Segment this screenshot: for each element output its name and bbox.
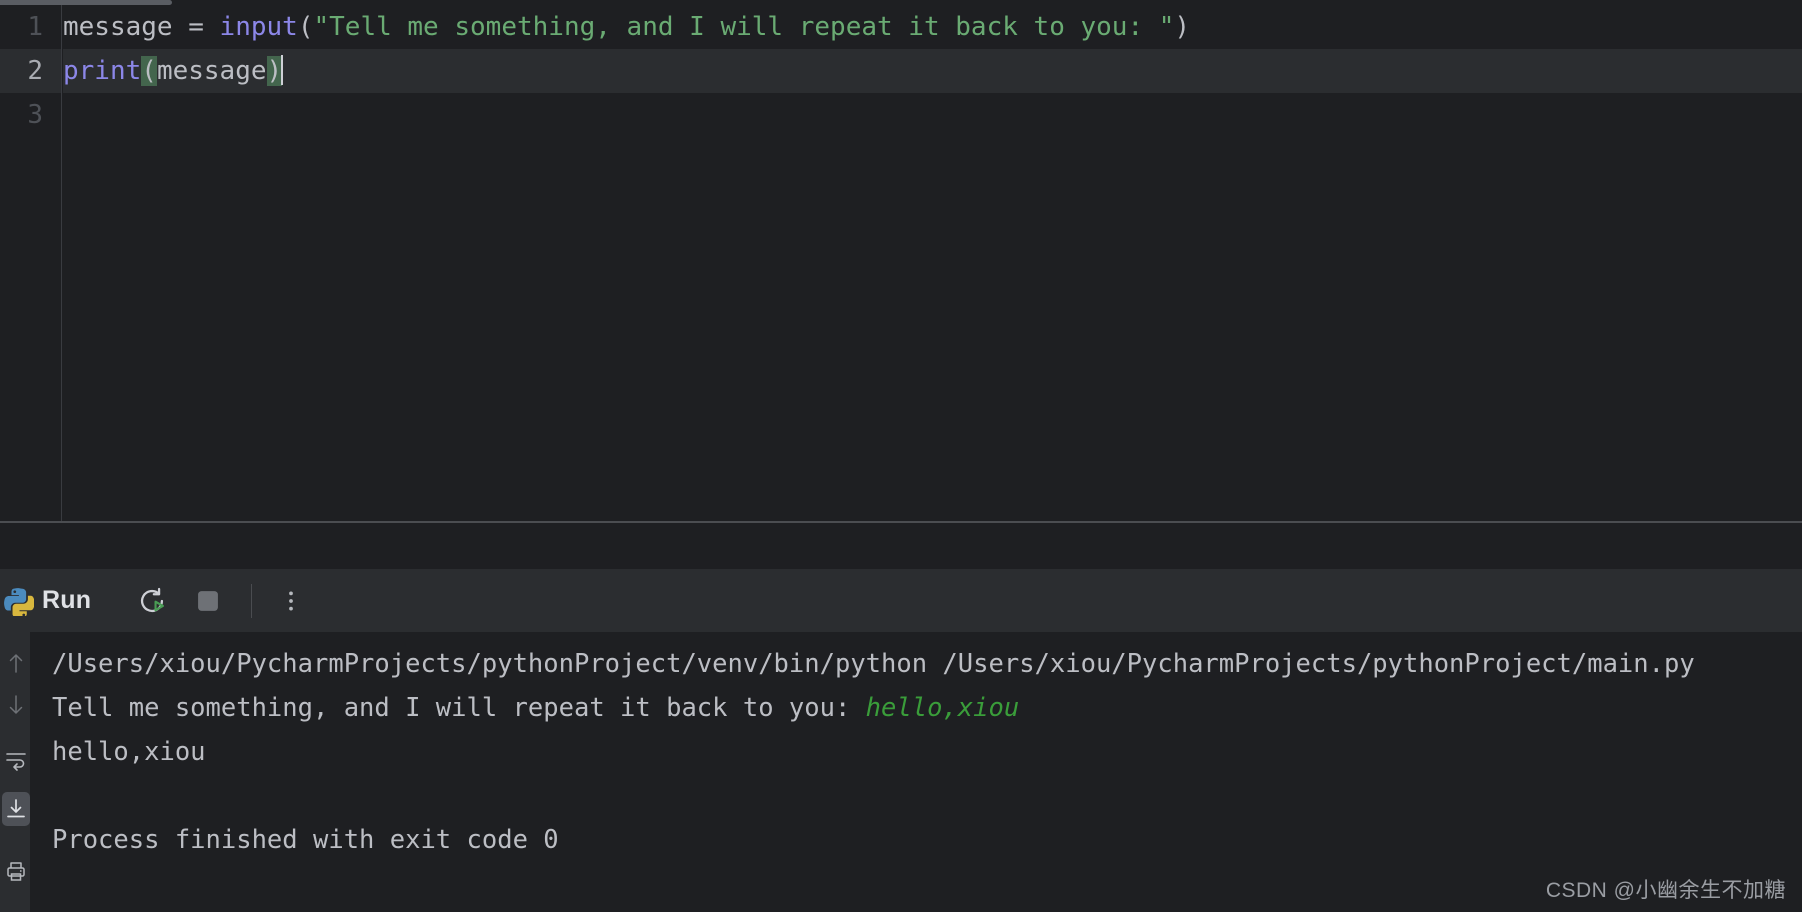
more-options-icon[interactable]	[268, 578, 314, 624]
run-panel-title: Run	[42, 586, 92, 614]
toolbar-separator	[251, 583, 253, 618]
console-line: Tell me something, and I will repeat it …	[52, 686, 1802, 730]
code-editor[interactable]: 123 message = input("Tell me something, …	[0, 0, 1802, 521]
code-line[interactable]: print(message)	[63, 49, 1802, 93]
python-logo-icon	[0, 586, 34, 616]
code-token-default: message	[63, 12, 189, 42]
run-panel-toolbar: Run	[0, 569, 1802, 632]
editor-line-number-gutter: 1 2 3	[0, 5, 62, 521]
line-number: 3	[27, 100, 43, 130]
console-line: /Users/xiou/PycharmProjects/pythonProjec…	[52, 642, 1802, 686]
scroll-to-end-icon[interactable]	[2, 792, 30, 826]
code-token-func: print	[63, 56, 142, 86]
editor-code-area[interactable]: message = input("Tell me something, and …	[63, 5, 1802, 521]
code-token-brace: )	[266, 56, 283, 86]
code-token-op: =	[188, 12, 220, 42]
code-line[interactable]	[63, 93, 1802, 137]
console-stdout: /Users/xiou/PycharmProjects/pythonProjec…	[52, 649, 1695, 679]
previous-occurrence-icon[interactable]	[2, 646, 30, 680]
line-number: 1	[27, 12, 43, 42]
console-output[interactable]: /Users/xiou/PycharmProjects/pythonProjec…	[32, 632, 1802, 912]
code-token-default: )	[1174, 12, 1191, 42]
console-side-toolbar	[0, 632, 31, 912]
soft-wrap-icon[interactable]	[2, 744, 30, 778]
code-token-default: (	[297, 12, 314, 42]
console-user-input: hello,xiou	[865, 693, 1020, 723]
editor-below-gap	[0, 523, 1802, 569]
code-token-string: "Tell me something, and I will repeat it…	[313, 12, 1175, 42]
line-number: 2	[0, 49, 61, 93]
code-token-func: input	[219, 12, 298, 42]
console-line: Process finished with exit code 0	[52, 818, 1802, 862]
run-console[interactable]: /Users/xiou/PycharmProjects/pythonProjec…	[0, 632, 1802, 912]
code-token-brace: (	[141, 56, 157, 86]
csdn-watermark: CSDN @小幽余生不加糖	[1545, 879, 1786, 902]
console-stdout: Tell me something, and I will repeat it …	[52, 693, 866, 723]
code-line[interactable]: message = input("Tell me something, and …	[63, 5, 1802, 49]
console-stdout: hello,xiou	[52, 737, 206, 767]
text-caret	[281, 55, 284, 85]
console-stdout: Process finished with exit code 0	[52, 825, 559, 855]
print-icon[interactable]	[2, 854, 30, 888]
stop-icon[interactable]	[185, 578, 231, 624]
code-token-default: message	[156, 56, 267, 86]
console-line: hello,xiou	[52, 730, 1802, 774]
rerun-icon[interactable]	[129, 578, 175, 624]
next-occurrence-icon[interactable]	[2, 688, 30, 722]
